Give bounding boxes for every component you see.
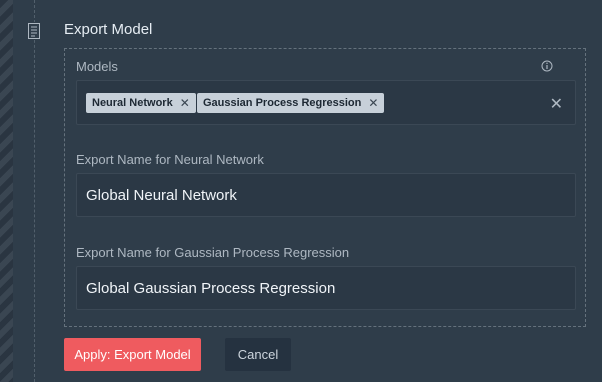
- models-label: Models: [76, 59, 118, 74]
- cancel-button[interactable]: Cancel: [225, 338, 291, 371]
- model-tag-neural-network: Neural Network ✕: [86, 93, 196, 113]
- field-label-gaussian-process: Export Name for Gaussian Process Regress…: [76, 245, 350, 260]
- remove-tag-icon[interactable]: ✕: [180, 96, 190, 110]
- models-multiselect[interactable]: Neural Network ✕ Gaussian Process Regres…: [76, 80, 576, 125]
- model-tag-gaussian-process-regression: Gaussian Process Regression ✕: [197, 93, 385, 113]
- field-label-neural-network: Export Name for Neural Network: [76, 152, 264, 167]
- timeline-line: [34, 0, 35, 382]
- info-icon[interactable]: [541, 59, 553, 72]
- section-title: Export Model: [64, 21, 153, 38]
- export-name-neural-network-input[interactable]: Global Neural Network: [76, 173, 576, 217]
- export-name-gaussian-process-input[interactable]: Global Gaussian Process Regression: [76, 266, 576, 310]
- clear-all-icon[interactable]: ✕: [550, 94, 563, 114]
- document-list-icon: [26, 22, 42, 40]
- left-stripe-decoration: [0, 0, 13, 382]
- model-tag-label: Neural Network: [92, 97, 173, 109]
- apply-export-model-button[interactable]: Apply: Export Model: [64, 338, 201, 371]
- remove-tag-icon[interactable]: ✕: [368, 96, 378, 110]
- model-tag-label: Gaussian Process Regression: [203, 97, 362, 109]
